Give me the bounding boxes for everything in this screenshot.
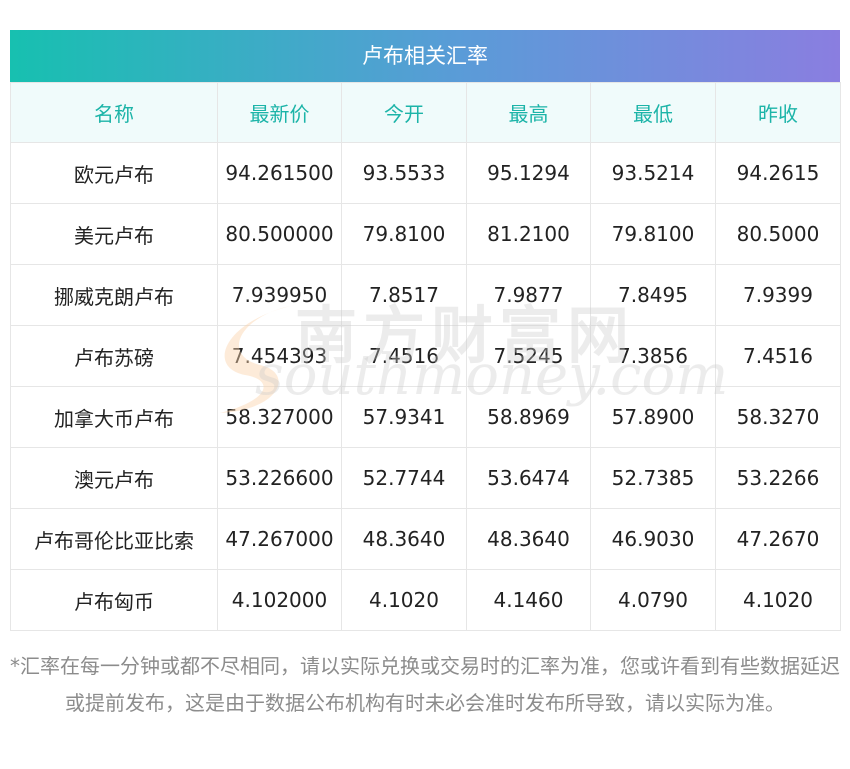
cell-prev-close: 47.2670	[715, 508, 841, 570]
cell-high: 7.5245	[466, 325, 591, 387]
cell-high: 95.1294	[466, 142, 591, 204]
cell-open: 7.8517	[341, 264, 467, 326]
cell-latest: 58.327000	[217, 386, 342, 448]
header-open: 今开	[341, 82, 467, 143]
table-title: 卢布相关汇率	[10, 30, 840, 82]
table-row: 卢布匈币 4.102000 4.1020 4.1460 4.0790 4.1020	[10, 569, 841, 631]
header-name: 名称	[10, 82, 218, 143]
table-row: 卢布哥伦比亚比索 47.267000 48.3640 48.3640 46.9030 47…	[10, 508, 841, 570]
cell-prev-close: 7.9399	[715, 264, 841, 326]
cell-open: 4.1020	[341, 569, 467, 631]
cell-prev-close: 4.1020	[715, 569, 841, 631]
cell-high: 4.1460	[466, 569, 591, 631]
cell-low: 79.8100	[590, 203, 716, 265]
cell-high: 48.3640	[466, 508, 591, 570]
cell-latest: 80.500000	[217, 203, 342, 265]
cell-high: 7.9877	[466, 264, 591, 326]
cell-latest: 94.261500	[217, 142, 342, 204]
cell-name: 加拿大币卢布	[10, 386, 218, 448]
table-row: 美元卢布 80.500000 79.8100 81.2100 79.8100 80.500…	[10, 203, 841, 265]
cell-low: 57.8900	[590, 386, 716, 448]
cell-latest: 7.454393	[217, 325, 342, 387]
cell-open: 57.9341	[341, 386, 467, 448]
table-row: 欧元卢布 94.261500 93.5533 95.1294 93.5214 94.261…	[10, 142, 841, 204]
cell-high: 58.8969	[466, 386, 591, 448]
cell-name: 卢布匈币	[10, 569, 218, 631]
cell-name: 挪威克朗卢布	[10, 264, 218, 326]
cell-low: 52.7385	[590, 447, 716, 509]
cell-prev-close: 94.2615	[715, 142, 841, 204]
cell-low: 46.9030	[590, 508, 716, 570]
table-row: 加拿大币卢布 58.327000 57.9341 58.8969 57.8900 58.3…	[10, 386, 841, 448]
cell-name: 卢布哥伦比亚比索	[10, 508, 218, 570]
cell-latest: 7.939950	[217, 264, 342, 326]
cell-name: 美元卢布	[10, 203, 218, 265]
table-row: 挪威克朗卢布 7.939950 7.8517 7.9877 7.8495 7.9399	[10, 264, 841, 326]
cell-low: 93.5214	[590, 142, 716, 204]
disclaimer-note: *汇率在每一分钟或都不尽相同，请以实际兑换或交易时的汇率为准，您或许看到有些数据…	[10, 654, 840, 715]
cell-open: 48.3640	[341, 508, 467, 570]
header-prev-close: 昨收	[715, 82, 841, 143]
cell-latest: 47.267000	[217, 508, 342, 570]
cell-low: 7.8495	[590, 264, 716, 326]
cell-name: 卢布苏磅	[10, 325, 218, 387]
cell-low: 7.3856	[590, 325, 716, 387]
cell-prev-close: 80.5000	[715, 203, 841, 265]
cell-high: 53.6474	[466, 447, 591, 509]
header-row: 名称 最新价 今开 最高 最低 昨收	[10, 82, 841, 143]
cell-prev-close: 7.4516	[715, 325, 841, 387]
rates-card: 卢布相关汇率 名称 最新价 今开 最高 最低 昨收 欧元卢布 94.261500 9…	[10, 30, 841, 631]
cell-open: 52.7744	[341, 447, 467, 509]
cell-prev-close: 53.2266	[715, 447, 841, 509]
cell-prev-close: 58.3270	[715, 386, 841, 448]
header-low: 最低	[590, 82, 716, 143]
rates-table: 名称 最新价 今开 最高 最低 昨收 欧元卢布 94.261500 93.5533 9…	[10, 82, 841, 631]
cell-open: 79.8100	[341, 203, 467, 265]
cell-name: 澳元卢布	[10, 447, 218, 509]
cell-high: 81.2100	[466, 203, 591, 265]
cell-latest: 4.102000	[217, 569, 342, 631]
table-row: 卢布苏磅 7.454393 7.4516 7.5245 7.3856 7.4516	[10, 325, 841, 387]
cell-open: 93.5533	[341, 142, 467, 204]
cell-open: 7.4516	[341, 325, 467, 387]
table-row: 澳元卢布 53.226600 52.7744 53.6474 52.7385 53.226…	[10, 447, 841, 509]
header-latest: 最新价	[217, 82, 342, 143]
cell-latest: 53.226600	[217, 447, 342, 509]
cell-name: 欧元卢布	[10, 142, 218, 204]
cell-low: 4.0790	[590, 569, 716, 631]
header-high: 最高	[466, 82, 591, 143]
